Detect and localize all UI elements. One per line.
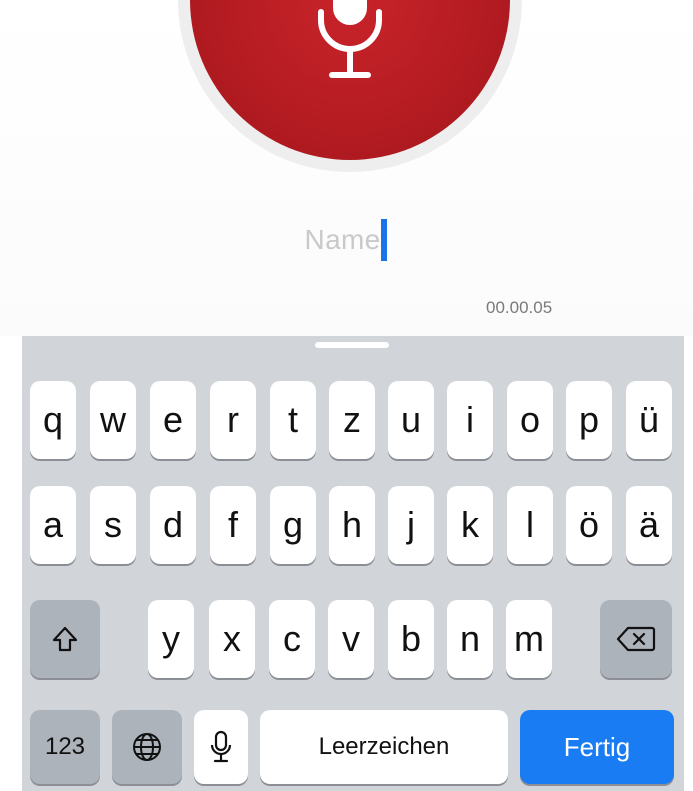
key-u-umlaut[interactable]: ü: [626, 381, 672, 459]
name-placeholder: Name: [304, 224, 381, 255]
key-o-umlaut[interactable]: ö: [566, 486, 612, 564]
done-key[interactable]: Fertig: [520, 710, 674, 784]
numbers-key[interactable]: 123: [30, 710, 100, 784]
key-d[interactable]: d: [150, 486, 196, 564]
text-cursor: [381, 219, 388, 261]
key-v[interactable]: v: [328, 600, 374, 678]
key-h[interactable]: h: [329, 486, 375, 564]
key-o[interactable]: o: [507, 381, 553, 459]
microphone-icon: [318, 0, 382, 78]
globe-icon: [133, 733, 161, 761]
key-l[interactable]: l: [507, 486, 553, 564]
keyboard-grabber[interactable]: [315, 342, 389, 348]
key-t[interactable]: t: [270, 381, 316, 459]
key-f[interactable]: f: [210, 486, 256, 564]
key-y[interactable]: y: [148, 600, 194, 678]
key-e[interactable]: e: [150, 381, 196, 459]
key-n[interactable]: n: [447, 600, 493, 678]
key-m[interactable]: m: [506, 600, 552, 678]
shift-key[interactable]: [30, 600, 100, 678]
key-k[interactable]: k: [447, 486, 493, 564]
space-key[interactable]: Leerzeichen: [260, 710, 508, 784]
key-s[interactable]: s: [90, 486, 136, 564]
shift-icon: [52, 626, 78, 652]
globe-key[interactable]: [112, 710, 182, 784]
keyboard: q w e r t z u i o p ü a s d f g h j k l …: [22, 336, 684, 791]
backspace-icon: [616, 626, 656, 652]
key-z[interactable]: z: [329, 381, 375, 459]
dictation-key[interactable]: [194, 710, 248, 784]
key-q[interactable]: q: [30, 381, 76, 459]
recorder-area: Name 00.00.05: [0, 0, 693, 336]
key-j[interactable]: j: [388, 486, 434, 564]
key-g[interactable]: g: [270, 486, 316, 564]
key-u[interactable]: u: [388, 381, 434, 459]
key-w[interactable]: w: [90, 381, 136, 459]
key-p[interactable]: p: [566, 381, 612, 459]
key-b[interactable]: b: [388, 600, 434, 678]
key-i[interactable]: i: [447, 381, 493, 459]
name-field[interactable]: Name: [246, 219, 446, 261]
key-x[interactable]: x: [209, 600, 255, 678]
key-r[interactable]: r: [210, 381, 256, 459]
key-a[interactable]: a: [30, 486, 76, 564]
microphone-icon: [210, 730, 232, 763]
elapsed-time: 00.00.05: [486, 298, 553, 317]
backspace-key[interactable]: [600, 600, 672, 678]
key-c[interactable]: c: [269, 600, 315, 678]
key-a-umlaut[interactable]: ä: [626, 486, 672, 564]
